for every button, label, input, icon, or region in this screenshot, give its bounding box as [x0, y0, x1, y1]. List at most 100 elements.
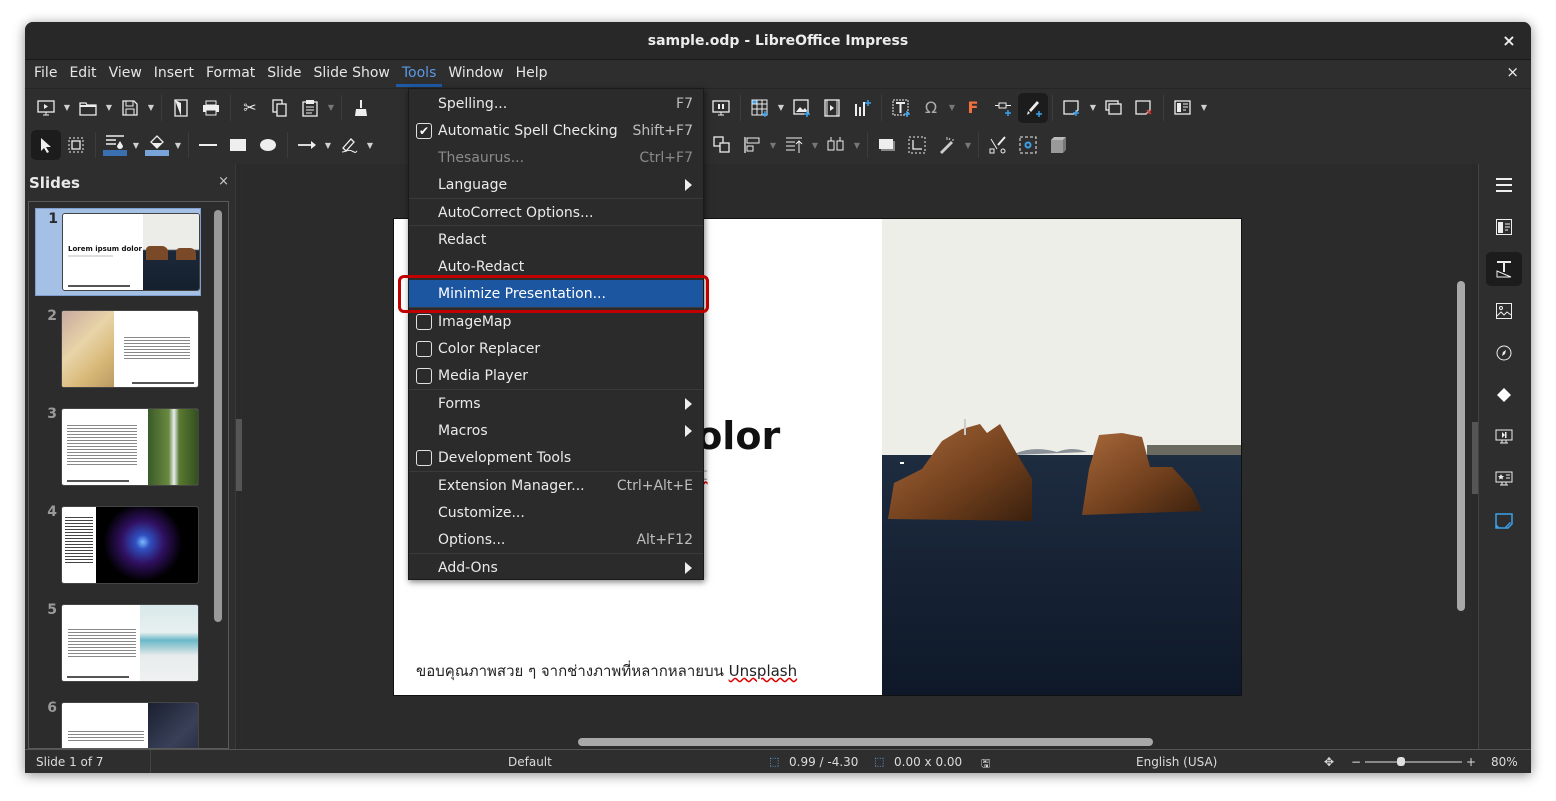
style-inspector-icon[interactable]: [1486, 504, 1522, 538]
curves-polygons-icon[interactable]: [334, 130, 364, 160]
slide-layout-icon[interactable]: [1168, 93, 1198, 123]
slide-thumbnail-4[interactable]: 4: [35, 502, 201, 590]
filter-dropdown-icon[interactable]: ▼: [962, 130, 974, 160]
checkbox-unchecked-icon[interactable]: [416, 340, 432, 357]
tools-menu-item-imagemap[interactable]: ImageMap: [409, 308, 703, 335]
presenter-console-icon[interactable]: [706, 93, 736, 123]
export-pdf-icon[interactable]: [166, 93, 196, 123]
slide-layout-dropdown-icon[interactable]: ▼: [1198, 93, 1210, 123]
navigator-icon[interactable]: [1486, 336, 1522, 370]
fill-color-icon[interactable]: [142, 130, 172, 160]
arrange-dropdown-icon[interactable]: ▼: [809, 130, 821, 160]
lines-arrows-icon[interactable]: [292, 130, 322, 160]
paste-dropdown-icon[interactable]: ▼: [325, 93, 337, 123]
insert-line-icon[interactable]: [193, 130, 223, 160]
open-folder-icon[interactable]: [73, 93, 103, 123]
tools-menu-item-language[interactable]: Language: [409, 171, 703, 198]
new-slide-icon[interactable]: [1057, 93, 1087, 123]
insert-ellipse-icon[interactable]: [253, 130, 283, 160]
slide-thumbnail-2[interactable]: 2: [35, 306, 201, 394]
arrange-icon[interactable]: [779, 130, 809, 160]
document-modified-icon[interactable]: 🖫: [981, 755, 990, 773]
close-slides-panel-button[interactable]: ×: [218, 174, 229, 189]
slide-transition-icon[interactable]: [1486, 252, 1522, 286]
slide-photo[interactable]: [882, 219, 1241, 695]
master-slides-icon[interactable]: [1486, 462, 1522, 496]
tools-menu-item-media-player[interactable]: Media Player: [409, 362, 703, 389]
open-dropdown-icon[interactable]: ▼: [103, 93, 115, 123]
sidebar-menu-icon[interactable]: [1486, 168, 1522, 202]
zoom-slider-thumb[interactable]: [1397, 757, 1406, 766]
slide-thumbnail-6[interactable]: 6: [35, 698, 201, 748]
menu-file[interactable]: File: [28, 61, 63, 87]
duplicate-slide-icon[interactable]: [1099, 93, 1129, 123]
shapes-icon[interactable]: [1486, 378, 1522, 412]
curves-dropdown-icon[interactable]: ▼: [364, 130, 376, 160]
filter-magic-wand-icon[interactable]: [932, 130, 962, 160]
save-icon[interactable]: [115, 93, 145, 123]
checkbox-unchecked-icon[interactable]: [416, 367, 432, 384]
select-pointer-icon[interactable]: [31, 130, 61, 160]
toggle-extrusion-icon[interactable]: [1043, 130, 1073, 160]
animation-icon[interactable]: [1486, 420, 1522, 454]
slideshow-dropdown-icon[interactable]: ▼: [61, 93, 73, 123]
horizontal-scrollbar[interactable]: [578, 738, 1153, 746]
insert-table-icon[interactable]: [745, 93, 775, 123]
insert-rectangle-icon[interactable]: [223, 130, 253, 160]
menu-tools[interactable]: Tools: [395, 61, 443, 87]
slides-panel-splitter[interactable]: [235, 164, 242, 749]
checkbox-unchecked-icon[interactable]: [416, 313, 432, 330]
properties-icon[interactable]: [1486, 210, 1522, 244]
slide-thumbnail-5[interactable]: 5: [35, 600, 201, 688]
tools-menu-item-customize[interactable]: Customize...: [409, 499, 703, 526]
slide-thumbnail-1[interactable]: 1 Lorem ipsum dolor: [35, 208, 201, 296]
paste-icon[interactable]: [295, 93, 325, 123]
special-character-dropdown-icon[interactable]: ▼: [946, 93, 958, 123]
clone-formatting-icon[interactable]: [346, 93, 376, 123]
zoom-slider-track[interactable]: [1365, 761, 1462, 763]
slide-footer[interactable]: ขอบคุณภาพสวย ๆ จากช่างภาพที่หลากหลายบน U…: [416, 659, 797, 683]
close-window-button[interactable]: ×: [1499, 31, 1519, 51]
language-status[interactable]: English (USA): [1136, 755, 1217, 769]
distribute-dropdown-icon[interactable]: ▼: [851, 130, 863, 160]
draw-freeform-icon[interactable]: [1018, 92, 1048, 123]
fontwork-icon[interactable]: F: [958, 93, 988, 123]
menu-slide-show[interactable]: Slide Show: [307, 61, 395, 87]
distribute-icon[interactable]: [821, 130, 851, 160]
tools-menu-item-add-ons[interactable]: Add-Ons: [409, 554, 703, 581]
insert-image-icon[interactable]: [787, 93, 817, 123]
tools-menu-item-auto-redact[interactable]: Auto-Redact: [409, 253, 703, 280]
crop-icon[interactable]: [902, 130, 932, 160]
transformations-icon[interactable]: [707, 130, 737, 160]
tools-menu-item-extension-manager[interactable]: Extension Manager... Ctrl+Alt+E: [409, 472, 703, 499]
tools-menu-item-development-tools[interactable]: Development Tools: [409, 444, 703, 471]
align-dropdown-icon[interactable]: ▼: [767, 130, 779, 160]
close-document-button[interactable]: ×: [1506, 63, 1519, 81]
checkbox-checked-icon[interactable]: ✔: [416, 122, 432, 139]
tools-menu-item-autocorrect-options[interactable]: AutoCorrect Options...: [409, 199, 703, 226]
glue-points-icon[interactable]: [1013, 130, 1043, 160]
menu-insert[interactable]: Insert: [148, 61, 200, 87]
lines-arrows-dropdown-icon[interactable]: ▼: [322, 130, 334, 160]
slide-thumbnail-3[interactable]: 3: [35, 404, 201, 492]
start-slideshow-icon[interactable]: [31, 93, 61, 123]
points-edit-icon[interactable]: [983, 130, 1013, 160]
insert-media-icon[interactable]: [817, 93, 847, 123]
zoom-out-button[interactable]: −: [1351, 755, 1361, 769]
slide-layout-name[interactable]: Default: [508, 755, 552, 769]
tools-menu-item-options[interactable]: Options... Alt+F12: [409, 526, 703, 553]
insert-hyperlink-icon[interactable]: [988, 93, 1018, 123]
menu-edit[interactable]: Edit: [63, 61, 102, 87]
zoom-pan-icon[interactable]: [61, 130, 91, 160]
save-dropdown-icon[interactable]: ▼: [145, 93, 157, 123]
checkbox-unchecked-icon[interactable]: [416, 449, 432, 466]
slides-scrollbar[interactable]: [214, 210, 222, 622]
fit-slide-icon[interactable]: ✥: [1324, 755, 1334, 769]
tools-menu-item-macros[interactable]: Macros: [409, 417, 703, 444]
tools-menu-item-color-replacer[interactable]: Color Replacer: [409, 335, 703, 362]
shadow-icon[interactable]: [872, 130, 902, 160]
tools-menu-item-forms[interactable]: Forms: [409, 390, 703, 417]
tools-menu-item-spelling[interactable]: Spelling... F7: [409, 90, 703, 117]
table-dropdown-icon[interactable]: ▼: [775, 93, 787, 123]
copy-icon[interactable]: [265, 93, 295, 123]
